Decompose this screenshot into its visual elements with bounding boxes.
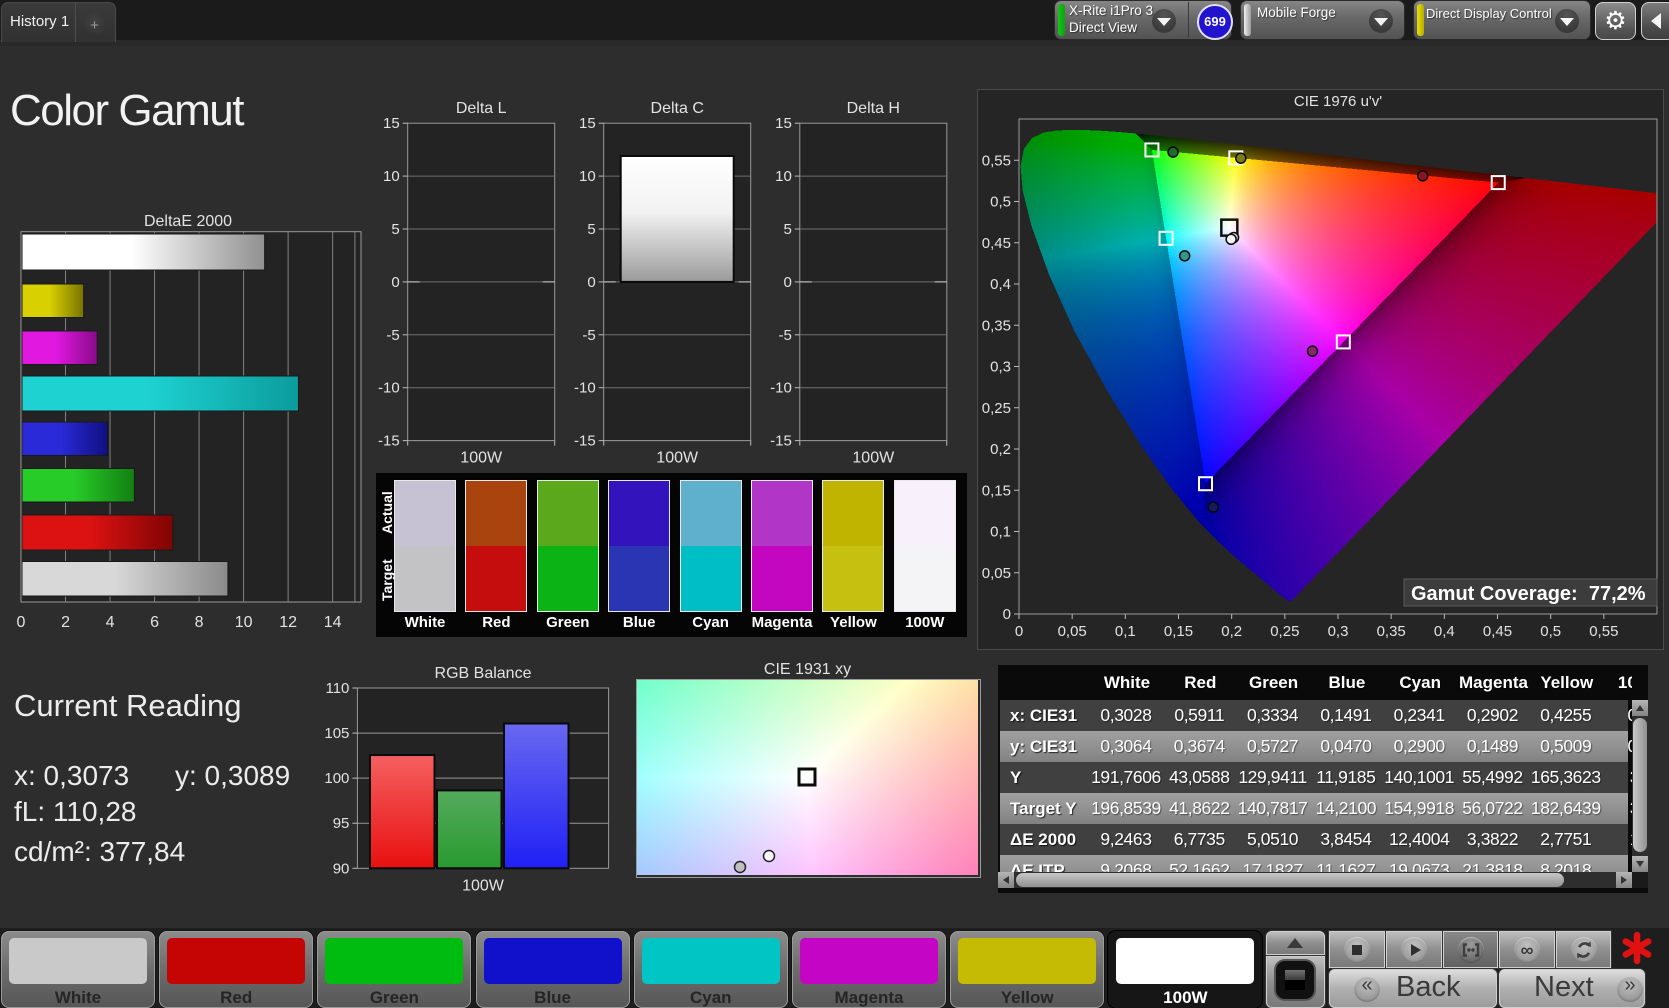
svg-text:0,3: 0,3	[1328, 623, 1349, 640]
svg-text:100W: 100W	[852, 450, 895, 467]
svg-text:10: 10	[383, 168, 400, 185]
svg-text:0,1: 0,1	[1115, 623, 1136, 640]
svg-text:0,4: 0,4	[1434, 623, 1455, 640]
svg-text:15: 15	[383, 115, 400, 132]
svg-text:RGB Balance: RGB Balance	[435, 665, 532, 682]
svg-text:0: 0	[1015, 623, 1023, 640]
svg-text:0,45: 0,45	[982, 235, 1011, 252]
svg-text:5: 5	[783, 221, 791, 238]
svg-text:2: 2	[61, 614, 70, 631]
svg-text:100W: 100W	[460, 450, 503, 467]
svg-text:0,2: 0,2	[1221, 623, 1242, 640]
svg-text:-15: -15	[770, 433, 792, 450]
svg-text:5: 5	[391, 221, 399, 238]
svg-text:100W: 100W	[462, 877, 505, 894]
svg-text:0,3: 0,3	[990, 359, 1011, 376]
svg-text:-5: -5	[386, 327, 399, 344]
svg-text:10: 10	[235, 614, 253, 631]
svg-text:10: 10	[775, 168, 792, 185]
svg-text:0,25: 0,25	[982, 400, 1011, 417]
svg-text:12: 12	[279, 614, 297, 631]
svg-text:Delta H: Delta H	[847, 100, 900, 117]
svg-text:0,35: 0,35	[982, 317, 1011, 334]
svg-text:Delta L: Delta L	[456, 100, 507, 117]
svg-text:0: 0	[391, 274, 399, 291]
svg-text:0: 0	[587, 274, 595, 291]
svg-text:-15: -15	[574, 433, 596, 450]
svg-text:100: 100	[324, 770, 349, 787]
svg-text:10: 10	[579, 168, 596, 185]
svg-text:Gamut Coverage: 77,2%: Gamut Coverage: 77,2%	[1411, 583, 1646, 605]
svg-text:Delta C: Delta C	[651, 100, 704, 117]
svg-text:0,05: 0,05	[982, 565, 1011, 582]
svg-text:0,5: 0,5	[990, 194, 1011, 211]
svg-text:15: 15	[579, 115, 596, 132]
svg-text:0,1: 0,1	[990, 524, 1011, 541]
svg-text:6: 6	[150, 614, 159, 631]
svg-text:-10: -10	[378, 380, 400, 397]
svg-text:0,05: 0,05	[1058, 623, 1087, 640]
svg-text:0,4: 0,4	[990, 276, 1011, 293]
svg-text:0,55: 0,55	[982, 152, 1011, 169]
svg-text:-5: -5	[582, 327, 595, 344]
svg-text:0,55: 0,55	[1589, 623, 1618, 640]
svg-text:0,5: 0,5	[1540, 623, 1561, 640]
svg-text:DeltaE 2000: DeltaE 2000	[144, 213, 232, 230]
svg-text:0,15: 0,15	[982, 482, 1011, 499]
svg-text:0,35: 0,35	[1377, 623, 1406, 640]
svg-text:110: 110	[325, 680, 349, 697]
svg-text:105: 105	[324, 725, 349, 742]
svg-text:0,25: 0,25	[1270, 623, 1299, 640]
svg-text:0,15: 0,15	[1164, 623, 1193, 640]
svg-text:100W: 100W	[656, 450, 699, 467]
svg-text:-10: -10	[574, 380, 596, 397]
svg-text:0,2: 0,2	[990, 441, 1011, 458]
svg-text:0: 0	[17, 614, 26, 631]
svg-text:5: 5	[587, 221, 595, 238]
svg-text:90: 90	[333, 860, 350, 877]
svg-text:8: 8	[195, 614, 204, 631]
svg-text:∞: ∞	[1521, 940, 1534, 960]
svg-text:-5: -5	[778, 327, 791, 344]
svg-text:-10: -10	[770, 380, 792, 397]
svg-text:0,45: 0,45	[1483, 623, 1512, 640]
svg-text:0: 0	[783, 274, 791, 291]
svg-text:15: 15	[775, 115, 792, 132]
svg-text:14: 14	[324, 614, 342, 631]
svg-text:95: 95	[333, 815, 350, 832]
svg-text:0: 0	[1003, 606, 1011, 623]
svg-text:CIE 1976 u'v': CIE 1976 u'v'	[1294, 93, 1382, 110]
svg-text:-15: -15	[378, 433, 400, 450]
svg-text:4: 4	[106, 614, 115, 631]
